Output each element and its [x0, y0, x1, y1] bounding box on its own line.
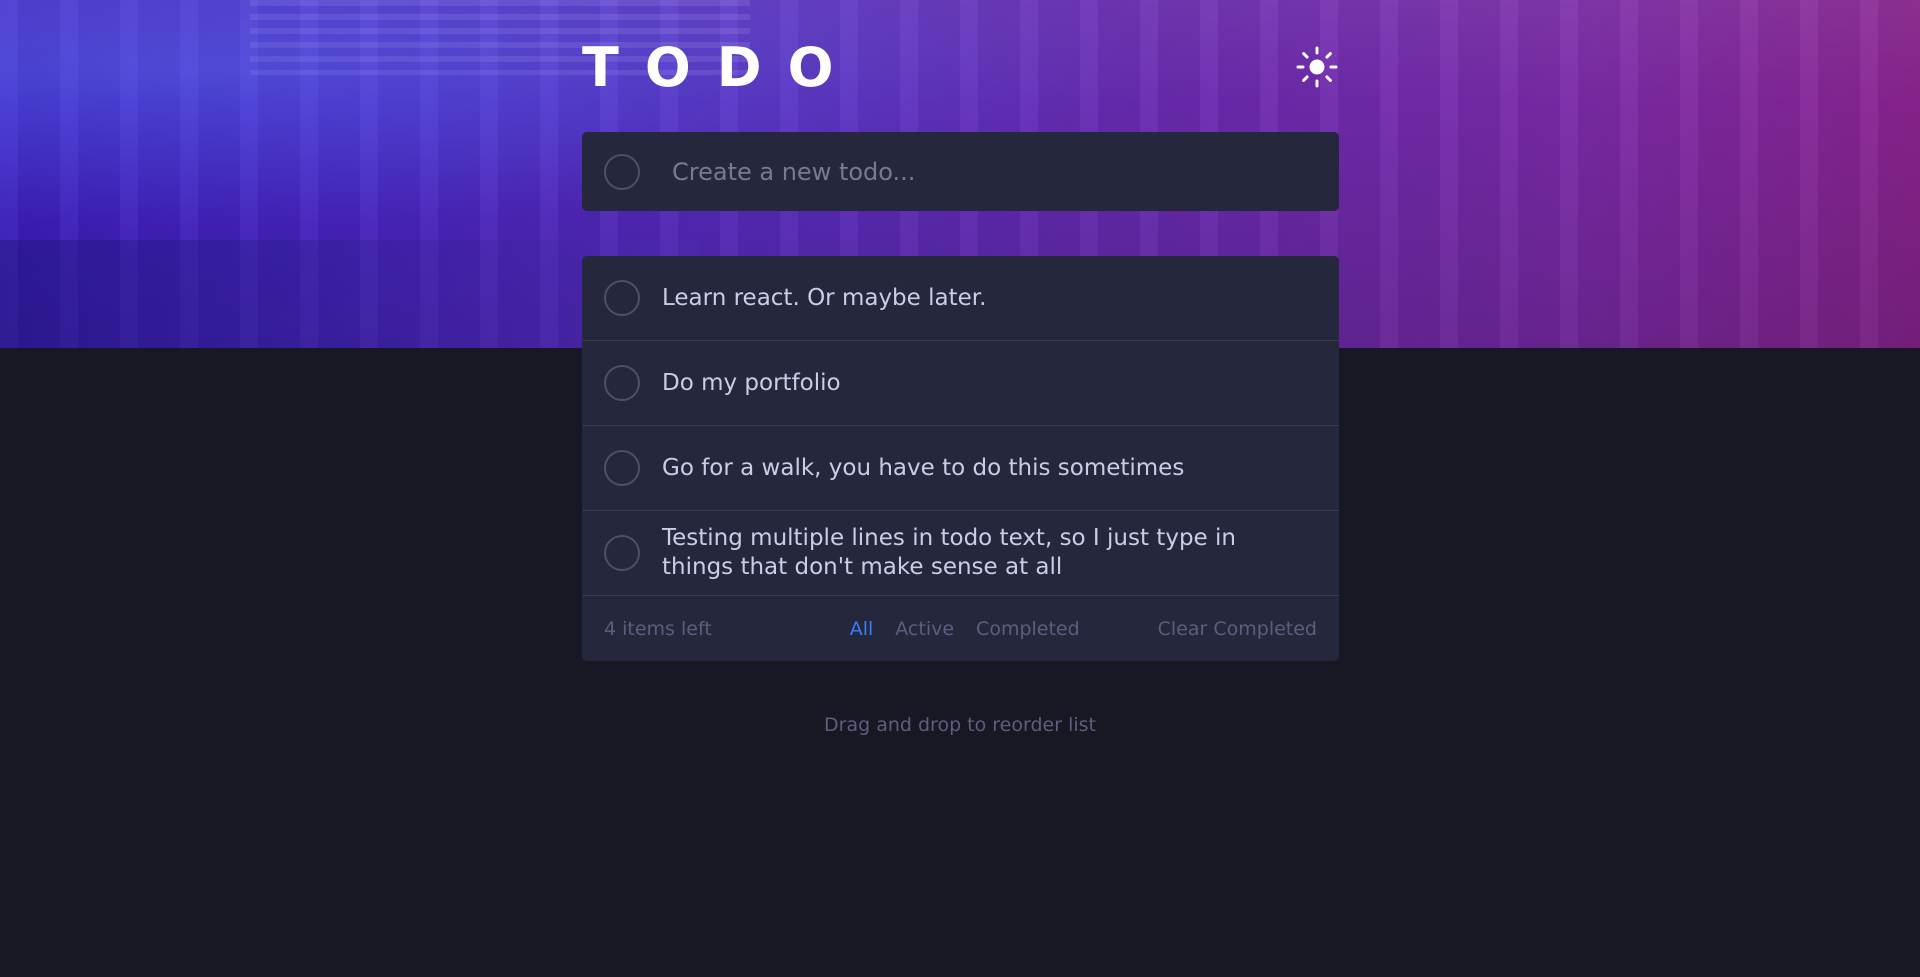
todo-item[interactable]: Testing multiple lines in todo text, so …	[582, 511, 1339, 596]
todo-text: Learn react. Or maybe later.	[662, 284, 987, 311]
sun-icon	[1296, 46, 1338, 88]
items-left-count: 4 items left	[604, 617, 712, 640]
new-todo-input[interactable]	[672, 157, 1292, 186]
filter-all-button[interactable]: All	[850, 618, 874, 640]
todo-checkbox[interactable]	[604, 450, 640, 486]
filter-active-button[interactable]: Active	[895, 618, 954, 640]
todo-item[interactable]: Go for a walk, you have to do this somet…	[582, 426, 1339, 511]
filter-group: All Active Completed	[850, 618, 1080, 640]
todo-item[interactable]: Learn react. Or maybe later.	[582, 256, 1339, 341]
todo-checkbox[interactable]	[604, 365, 640, 401]
new-todo-bar	[582, 132, 1339, 211]
new-todo-checkbox[interactable]	[604, 153, 640, 190]
list-footer: 4 items left All Active Completed Clear …	[582, 596, 1339, 661]
todo-item[interactable]: Do my portfolio	[582, 341, 1339, 426]
app-header: TODO	[582, 0, 1339, 132]
clear-completed-button[interactable]: Clear Completed	[1158, 618, 1317, 640]
filter-completed-button[interactable]: Completed	[976, 618, 1080, 640]
app-title: TODO	[582, 35, 860, 99]
reorder-hint: Drag and drop to reorder list	[824, 714, 1096, 736]
todo-checkbox[interactable]	[604, 535, 640, 571]
todo-text: Do my portfolio	[662, 369, 841, 396]
todo-text: Go for a walk, you have to do this somet…	[662, 454, 1185, 481]
todo-checkbox[interactable]	[604, 280, 640, 316]
todo-list: Learn react. Or maybe later. Do my portf…	[582, 256, 1339, 661]
todo-app: TODO Learn react. O	[582, 0, 1339, 661]
todo-text: Testing multiple lines in todo text, so …	[662, 525, 1236, 580]
theme-toggle-button[interactable]	[1295, 45, 1339, 89]
